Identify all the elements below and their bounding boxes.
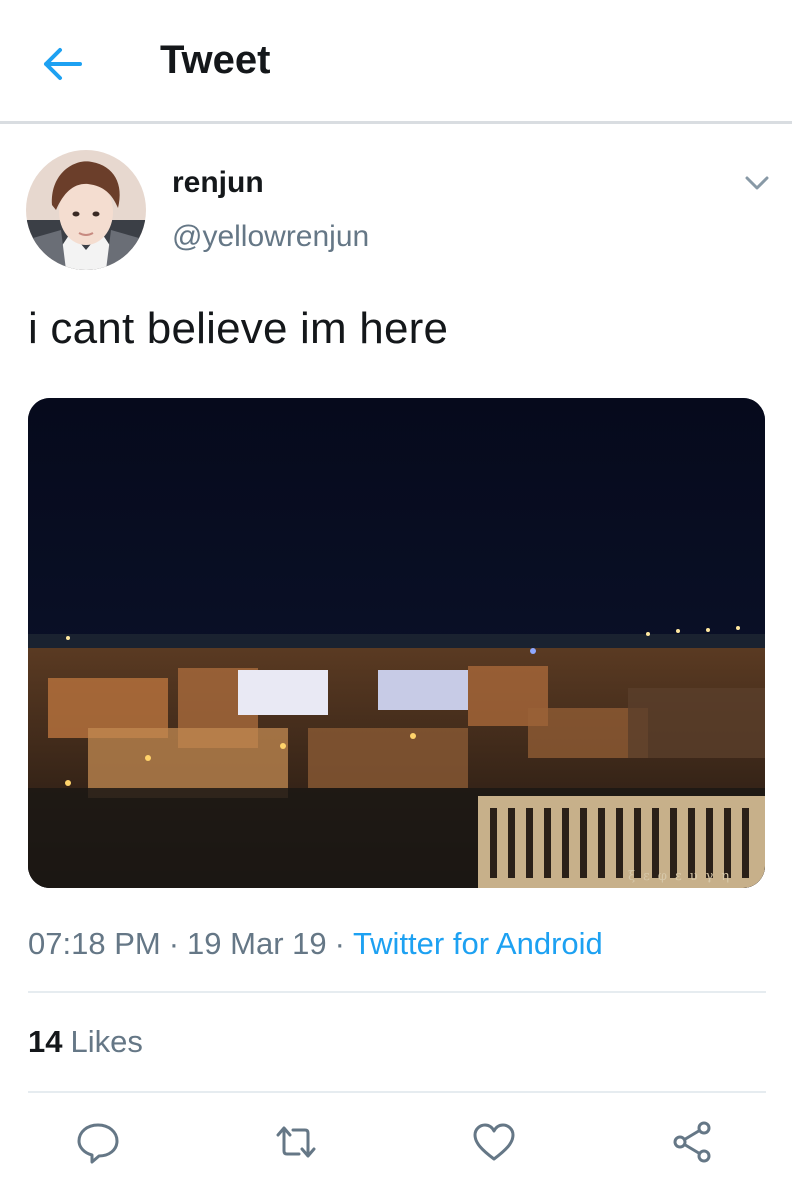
- avatar[interactable]: [26, 150, 146, 270]
- share-button[interactable]: [668, 1118, 716, 1166]
- display-name[interactable]: renjun: [172, 166, 264, 200]
- retweet-arrows-icon: [276, 1126, 316, 1158]
- avatar-photo: [26, 150, 146, 270]
- tweet-time: 07:18 PM: [28, 926, 161, 961]
- chevron-down-icon: [745, 176, 769, 190]
- likes-count[interactable]: 14 Likes: [28, 1024, 143, 1060]
- meta-separator: ·: [334, 926, 345, 961]
- likes-label: Likes: [70, 1024, 143, 1059]
- tweet-media[interactable]: ξεφευγη: [28, 398, 765, 888]
- back-button[interactable]: [40, 44, 84, 84]
- more-options-button[interactable]: [742, 170, 772, 196]
- tweet-meta: 07:18 PM · 19 Mar 19 · Twitter for Android: [28, 926, 603, 962]
- likes-number: 14: [28, 1024, 63, 1059]
- divider: [28, 991, 766, 993]
- like-button[interactable]: [470, 1118, 518, 1166]
- tweet-client-link[interactable]: Twitter for Android: [353, 926, 603, 961]
- top-bar: Tweet: [0, 0, 792, 124]
- night-city-photo: ξεφευγη: [28, 398, 765, 888]
- divider: [28, 1091, 766, 1093]
- user-handle[interactable]: @yellowrenjun: [172, 220, 369, 254]
- comment-bubble-icon: [77, 1123, 119, 1164]
- retweet-button[interactable]: [272, 1118, 320, 1166]
- heart-icon: [473, 1123, 515, 1161]
- meta-separator: ·: [168, 926, 180, 961]
- reply-button[interactable]: [74, 1118, 122, 1166]
- arrow-left-icon: [44, 48, 82, 80]
- page-title: Tweet: [160, 38, 271, 82]
- image-watermark: ξεφευγη: [628, 869, 737, 884]
- share-nodes-icon: [673, 1121, 711, 1163]
- tweet-text: i cant believe im here: [28, 304, 449, 353]
- tweet-date: 19 Mar 19: [187, 926, 327, 961]
